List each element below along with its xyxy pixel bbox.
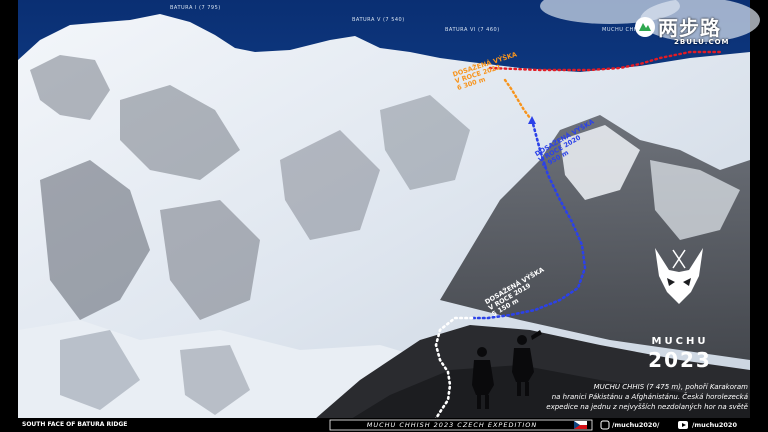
left-border [0,0,18,432]
youtube-handle[interactable]: /muchu2020 [692,421,737,429]
photo-stage: BATURA I (7 795) BATURA V (7 540) BATURA… [0,0,768,432]
czech-flag-icon [574,421,587,429]
watermark: 两步路 2BULU.COM [634,12,754,52]
peak-label-batura-5: BATURA V (7 540) [352,17,405,23]
watermark-cn: 两步路 [658,16,721,40]
caption-line2: na hranici Pákistánu a Afghánistánu. Čes… [551,393,748,401]
expedition-title: MUCHU CHHISH 2023 CZECH EXPEDITION [366,421,538,429]
logo-year: 2023 [648,348,712,372]
watermark-url: 2BULU.COM [674,38,730,46]
peak-label-batura-1: BATURA I (7 795) [170,5,221,11]
caption: MUCHU CHHIS (7 475 m), pohoří Karakoram … [478,382,748,412]
south-face-label: SOUTH FACE OF BATURA RIDGE [22,421,128,428]
caption-line1: MUCHU CHHIS (7 475 m), pohoří Karakoram [593,383,748,391]
right-border [750,0,768,432]
logo-name: MUCHU [651,336,709,347]
instagram-handle[interactable]: /muchu2020/ [612,421,659,429]
caption-line3: expedice na jednu z nejvyšších nezdolaný… [546,403,748,411]
peak-label-batura-6: BATURA VI (7 460) [445,27,500,33]
watermark-logo-icon [635,17,655,37]
